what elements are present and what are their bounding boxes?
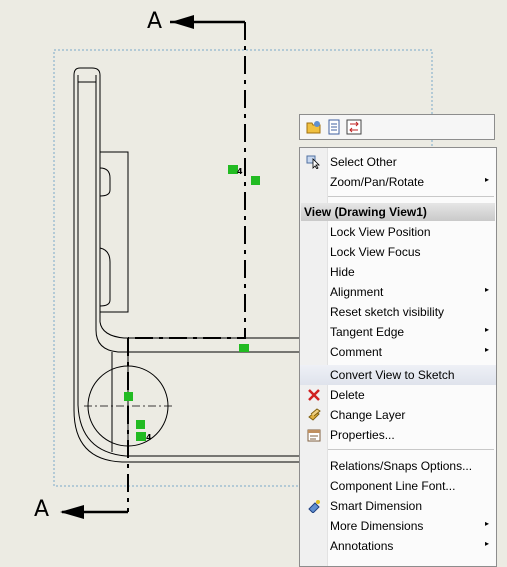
menu-item-label: Annotations xyxy=(330,539,394,553)
menu-item-alignment[interactable]: Alignment ▸ xyxy=(300,282,496,302)
menu-item-label: Lock View Focus xyxy=(330,245,421,259)
menu-item-label: Comment xyxy=(330,345,383,359)
submenu-arrow-icon: ▸ xyxy=(484,285,489,294)
properties-sheet-icon[interactable] xyxy=(326,119,342,135)
menu-item-label: Lock View Position xyxy=(330,225,431,239)
menu-item-zoom-pan-rotate[interactable]: Zoom/Pan/Rotate ▸ xyxy=(300,172,496,192)
svg-text:4: 4 xyxy=(237,167,243,176)
menu-item-reset-sketch-visibility[interactable]: Reset sketch visibility xyxy=(300,302,496,322)
menu-item-label: Delete xyxy=(330,388,365,402)
menu-item-hide[interactable]: Hide xyxy=(300,262,496,282)
view-section-header: View (Drawing View1) xyxy=(301,203,495,221)
svg-text:4: 4 xyxy=(146,433,152,442)
menu-item-label: Reset sketch visibility xyxy=(330,305,445,319)
menu-item-lock-view-focus[interactable]: Lock View Focus xyxy=(300,242,496,262)
smart-dimension-icon xyxy=(306,499,322,513)
menu-item-label: Alignment xyxy=(330,285,384,299)
submenu-arrow-icon: ▸ xyxy=(484,345,489,354)
menu-item-label: Select Other xyxy=(330,155,397,169)
section-arrow-top xyxy=(171,15,194,29)
section-label-top: A xyxy=(147,9,162,34)
context-toolbar xyxy=(299,114,495,140)
menu-item-comment[interactable]: Comment ▸ xyxy=(300,342,496,362)
submenu-arrow-icon: ▸ xyxy=(484,519,489,528)
menu-item-label: Relations/Snaps Options... xyxy=(330,459,473,473)
delete-x-icon xyxy=(306,388,322,402)
menu-item-smart-dimension[interactable]: Smart Dimension xyxy=(300,496,496,516)
menu-item-label: Component Line Font... xyxy=(330,479,456,493)
select-other-icon xyxy=(306,155,322,169)
sketch-relation-markers[interactable]: 4 4 xyxy=(124,165,260,442)
menu-item-label: Hide xyxy=(330,265,355,279)
menu-item-label: Smart Dimension xyxy=(330,499,423,513)
part-outline[interactable] xyxy=(73,67,300,463)
submenu-arrow-icon: ▸ xyxy=(484,325,489,334)
menu-item-label: Tangent Edge xyxy=(330,325,405,339)
menu-item-delete[interactable]: Delete xyxy=(300,385,496,405)
menu-separator xyxy=(328,449,494,450)
menu-item-more-dimensions[interactable]: More Dimensions ▸ xyxy=(300,516,496,536)
menu-item-select-other[interactable]: Select Other xyxy=(300,152,496,172)
section-line-a-a[interactable] xyxy=(62,20,246,514)
menu-item-relations-snaps-options[interactable]: Relations/Snaps Options... xyxy=(300,456,496,476)
menu-item-tangent-edge[interactable]: Tangent Edge ▸ xyxy=(300,322,496,342)
open-folder-icon[interactable] xyxy=(306,119,322,135)
menu-item-component-line-font[interactable]: Component Line Font... xyxy=(300,476,496,496)
menu-separator xyxy=(328,196,494,197)
menu-item-lock-view-position[interactable]: Lock View Position xyxy=(300,222,496,242)
menu-item-label: More Dimensions xyxy=(330,519,424,533)
submenu-arrow-icon: ▸ xyxy=(484,539,489,548)
submenu-arrow-icon: ▸ xyxy=(484,175,489,184)
menu-item-change-layer[interactable]: Change Layer xyxy=(300,405,496,425)
properties-icon xyxy=(306,428,322,442)
menu-item-properties[interactable]: Properties... xyxy=(300,425,496,445)
layer-icon xyxy=(306,408,322,422)
menu-item-label: Change Layer xyxy=(330,408,406,422)
menu-item-annotations[interactable]: Annotations ▸ xyxy=(300,536,496,556)
section-arrow-bottom xyxy=(60,505,84,519)
menu-item-label: Convert View to Sketch xyxy=(330,368,455,382)
section-label-bottom: A xyxy=(34,497,49,522)
menu-item-convert-view-to-sketch[interactable]: Convert View to Sketch xyxy=(300,365,496,385)
context-menu: Select Other Zoom/Pan/Rotate ▸ View (Dra… xyxy=(299,147,497,567)
flip-arrows-icon[interactable] xyxy=(346,119,362,135)
menu-item-label: Properties... xyxy=(330,428,395,442)
menu-item-label: Zoom/Pan/Rotate xyxy=(330,175,425,189)
